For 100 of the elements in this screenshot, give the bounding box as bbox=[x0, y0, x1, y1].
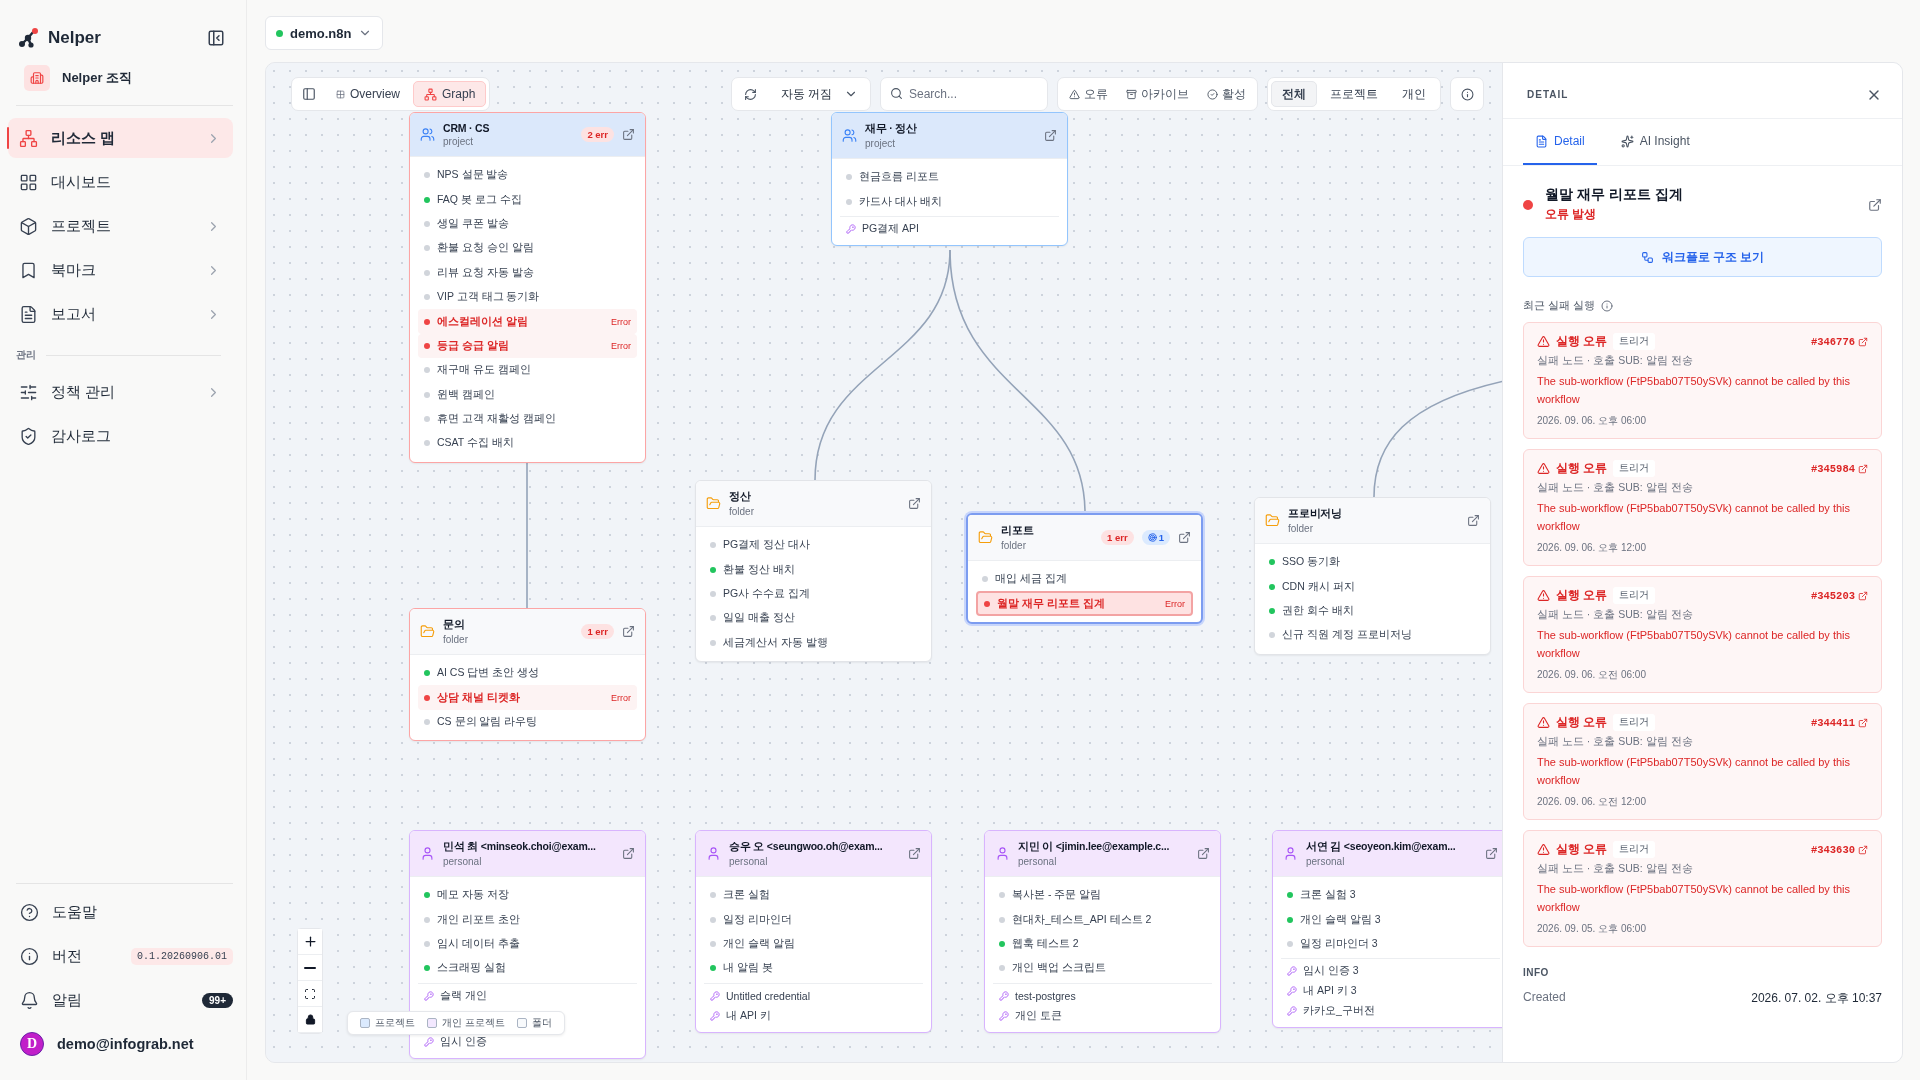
workflow-item[interactable]: NPS 설문 발송 bbox=[418, 163, 637, 188]
nav-item[interactable]: 북마크 bbox=[8, 250, 233, 290]
graph-node[interactable]: 서연 김 <seoyeon.kim@exam... personal 크론 실험 3 개인 슬랙 알림 3 일정 리마인더 3 임시 인증 3 내 API 키 3 카카오_구버전 bbox=[1272, 830, 1502, 1029]
execution-link[interactable]: #343630 bbox=[1810, 843, 1868, 856]
nav-item[interactable]: 보고서 bbox=[8, 294, 233, 334]
scope-tab[interactable]: 개인 bbox=[1391, 81, 1437, 107]
info-button[interactable] bbox=[1450, 77, 1484, 111]
workflow-item[interactable]: 환불 정산 배치 bbox=[704, 557, 923, 582]
workflow-item[interactable]: 윈백 캠페인 bbox=[418, 382, 637, 407]
workflow-item[interactable]: 휴면 고객 재활성 캠페인 bbox=[418, 406, 637, 432]
workflow-item[interactable]: PG사 수수료 집계 bbox=[704, 581, 923, 607]
workflow-item[interactable]: 웹훅 테스트 2 bbox=[993, 931, 1212, 957]
workflow-item[interactable]: 복사본 - 주문 알림 bbox=[993, 883, 1212, 908]
footer-item[interactable]: 도움말 bbox=[16, 892, 233, 932]
external-link-icon[interactable] bbox=[622, 847, 635, 860]
search-field[interactable]: Search... bbox=[880, 77, 1048, 111]
workflow-item[interactable]: 상담 채널 티켓화 Error bbox=[418, 685, 637, 710]
workflow-item[interactable]: 내 알림 봇 bbox=[704, 956, 923, 981]
credential-item[interactable]: 내 API 키 bbox=[704, 1005, 923, 1026]
nav-item[interactable]: 대시보드 bbox=[8, 162, 233, 202]
workflow-item[interactable]: 현대차_테스트_API 테스트 2 bbox=[993, 907, 1212, 932]
external-link-icon[interactable] bbox=[1467, 514, 1480, 527]
graph-node[interactable]: 지민 이 <jimin.lee@example.c... personal 복사본 - 주문 알림 현대차_테스트_API 테스트 2 웹훅 테스트 2 개인 백업 스크립트 test-postgres 개인 토큰 bbox=[984, 830, 1221, 1033]
workflow-item[interactable]: 신규 직원 계정 프로비저닝 bbox=[1263, 623, 1482, 648]
workflow-item[interactable]: 메모 자동 저장 bbox=[418, 883, 637, 908]
workflow-item[interactable]: 카드사 대사 배치 bbox=[840, 189, 1059, 214]
workflow-item[interactable]: 개인 슬랙 알림 3 bbox=[1281, 907, 1500, 932]
workflow-item[interactable]: 에스컬레이션 알림 Error bbox=[418, 309, 637, 334]
workflow-item[interactable]: 임시 데이터 추출 bbox=[418, 931, 637, 957]
credential-item[interactable]: PG결제 API bbox=[840, 218, 1059, 239]
workflow-item[interactable]: 월말 재무 리포트 집계 Error bbox=[976, 591, 1193, 616]
workflow-item[interactable]: VIP 고객 태그 동기화 bbox=[418, 284, 637, 310]
external-link-icon[interactable] bbox=[908, 847, 921, 860]
workflow-item[interactable]: PG결제 정산 대사 bbox=[704, 533, 923, 558]
workflow-item[interactable]: CDN 캐시 퍼지 bbox=[1263, 574, 1482, 599]
graph-node[interactable]: CRM · CS project 2 err NPS 설문 발송 FAQ 봇 로그 수집 생일 쿠폰 발송 환불 요청 승인 알림 리뷰 요청 자동 발송 VIP 고객 태그 동기화 에스컬레이션 알림 Error 등급 승급 알림 Error 재구매 유도 캠페인 윈백 캠페인 휴면 고객 재활성 캠페인 CSAT 수집 배치 bbox=[409, 112, 646, 463]
nav-item[interactable]: 프로젝트 bbox=[8, 206, 233, 246]
workflow-item[interactable]: 일정 리마인더 bbox=[704, 907, 923, 932]
graph-node[interactable]: 재무 · 정산 project 현금흐름 리포트 카드사 대사 배치 PG결제 API bbox=[831, 112, 1068, 246]
execution-link[interactable]: #346776 bbox=[1810, 335, 1868, 348]
view-tab[interactable]: Graph bbox=[413, 81, 487, 107]
graph-node[interactable]: 정산 folder PG결제 정산 대사 환불 정산 배치 PG사 수수료 집계 일일 매출 정산 세금계산서 자동 발행 bbox=[695, 480, 932, 662]
credential-item[interactable]: Untitled credential bbox=[704, 985, 923, 1006]
workflow-item[interactable]: 재구매 유도 캠페인 bbox=[418, 358, 637, 383]
credential-item[interactable]: 카카오_구버전 bbox=[1281, 1001, 1500, 1022]
workflow-item[interactable]: 일일 매출 정산 bbox=[704, 606, 923, 631]
status-filter[interactable]: 오류 bbox=[1061, 81, 1116, 107]
workflow-item[interactable]: 환불 요청 승인 알림 bbox=[418, 236, 637, 261]
org-name[interactable]: Nelper 조직 bbox=[62, 69, 133, 87]
execution-link[interactable]: #344411 bbox=[1810, 716, 1868, 729]
workflow-item[interactable]: 개인 리포트 초안 bbox=[418, 907, 637, 932]
workflow-item[interactable]: 리뷰 요청 자동 발송 bbox=[418, 260, 637, 285]
workflow-item[interactable]: 권한 회수 배치 bbox=[1263, 598, 1482, 624]
workflow-structure-button[interactable]: 워크플로 구조 보기 bbox=[1523, 237, 1882, 277]
refresh-dropdown[interactable]: 자동 꺼짐 bbox=[731, 77, 871, 111]
status-filter[interactable]: 아카이브 bbox=[1118, 81, 1197, 107]
nav-item[interactable]: 감사로그 bbox=[8, 416, 233, 456]
workflow-item[interactable]: 스크래핑 실험 bbox=[418, 956, 637, 981]
workflow-item[interactable]: FAQ 봇 로그 수집 bbox=[418, 187, 637, 212]
workflow-item[interactable]: 크론 실험 bbox=[704, 883, 923, 908]
scope-tab[interactable]: 프로젝트 bbox=[1319, 81, 1389, 107]
workflow-item[interactable]: 등급 승급 알림 Error bbox=[418, 333, 637, 359]
external-link-icon[interactable] bbox=[1485, 847, 1498, 860]
credential-item[interactable]: 슬랙 개인 bbox=[418, 985, 637, 1006]
nav-item[interactable]: 리소스 맵 bbox=[8, 118, 233, 158]
status-filter[interactable]: 활성 bbox=[1199, 81, 1254, 107]
workflow-item[interactable]: 현금흐름 리포트 bbox=[840, 165, 1059, 190]
graph-node[interactable]: 승우 오 <seungwoo.oh@exam... personal 크론 실험 일정 리마인더 개인 슬랙 알림 내 알림 봇 Untitled credential 내 API 키 bbox=[695, 830, 932, 1033]
external-link-icon[interactable] bbox=[908, 497, 921, 510]
workflow-item[interactable]: 개인 백업 스크립트 bbox=[993, 956, 1212, 981]
nav-item[interactable]: 정책 관리 bbox=[8, 372, 233, 412]
footer-item[interactable]: 버전 0.1.20260906.01 bbox=[16, 936, 233, 976]
environment-selector[interactable]: demo.n8n bbox=[265, 16, 384, 50]
credential-item[interactable]: 개인 토큰 bbox=[993, 1005, 1212, 1026]
workflow-item[interactable]: 크론 실험 3 bbox=[1281, 883, 1500, 908]
zoom-in-button[interactable] bbox=[298, 929, 322, 955]
credential-item[interactable]: 내 API 키 3 bbox=[1281, 981, 1500, 1002]
workflow-item[interactable]: 생일 쿠폰 발송 bbox=[418, 211, 637, 237]
credential-item[interactable]: test-postgres bbox=[993, 985, 1212, 1006]
collapse-sidebar-icon[interactable] bbox=[207, 29, 225, 47]
workflow-item[interactable]: AI CS 답변 초안 생성 bbox=[418, 661, 637, 686]
graph-node[interactable]: 리포트 folder 1 err 1 매입 세금 집계 월말 재무 리포트 집계 Error bbox=[966, 513, 1203, 624]
workflow-item[interactable]: CSAT 수집 배치 bbox=[418, 431, 637, 456]
workflow-item[interactable]: 매입 세금 집계 bbox=[976, 567, 1193, 592]
graph-node[interactable]: 문의 folder 1 err AI CS 답변 초안 생성 상담 채널 티켓화 Error CS 문의 알림 라우팅 bbox=[409, 608, 646, 742]
workflow-item[interactable]: 개인 슬랙 알림 bbox=[704, 931, 923, 957]
external-link-icon[interactable] bbox=[622, 128, 635, 141]
execution-link[interactable]: #345984 bbox=[1810, 462, 1868, 475]
info-icon[interactable] bbox=[1600, 300, 1613, 312]
workflow-item[interactable]: SSO 동기화 bbox=[1263, 550, 1482, 575]
workflow-item[interactable]: 일정 리마인더 3 bbox=[1281, 931, 1500, 957]
graph-node[interactable]: 프로비저닝 folder SSO 동기화 CDN 캐시 퍼지 권한 회수 배치 신규 직원 계정 프로비저닝 bbox=[1254, 497, 1491, 655]
panel-tab[interactable]: Detail bbox=[1523, 119, 1597, 165]
workflow-item[interactable]: 세금계산서 자동 발행 bbox=[704, 630, 923, 655]
user-account[interactable]: D demo@infograb.net bbox=[16, 1024, 233, 1064]
workflow-item[interactable]: CS 문의 알림 라우팅 bbox=[418, 709, 637, 735]
external-link-icon[interactable] bbox=[622, 625, 635, 638]
execution-link[interactable]: #345203 bbox=[1810, 589, 1868, 602]
credential-item[interactable]: 임시 인증 bbox=[418, 1031, 637, 1052]
scope-tab[interactable]: 전체 bbox=[1271, 81, 1317, 107]
